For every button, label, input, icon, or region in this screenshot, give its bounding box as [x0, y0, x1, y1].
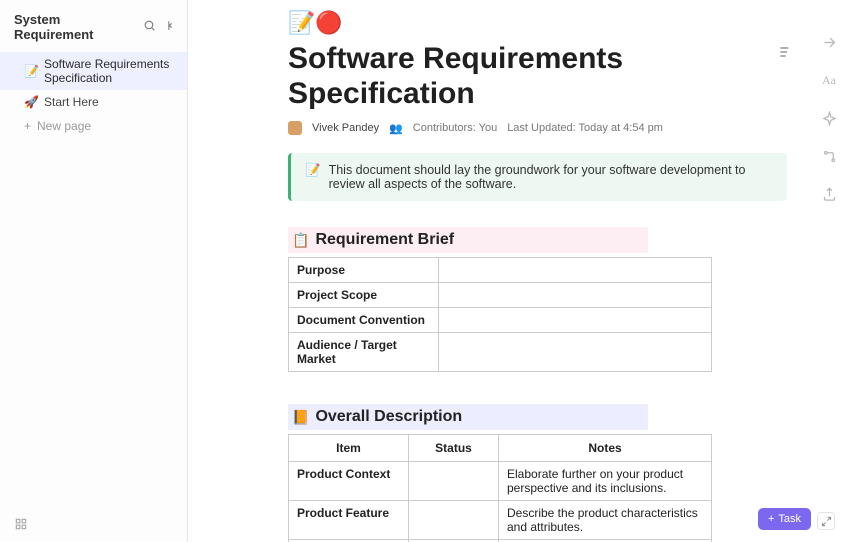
callout-block[interactable]: 📝 This document should lay the groundwor…: [288, 153, 787, 201]
sidebar: System Requirement 📝 Software Requiremen…: [0, 0, 188, 542]
toc-icon[interactable]: [775, 44, 791, 63]
table-row: Product Feature Describe the product cha…: [289, 501, 712, 540]
export-icon[interactable]: [821, 186, 837, 202]
author-name[interactable]: Vivek Pandey: [312, 122, 379, 134]
typography-icon[interactable]: Aa: [821, 72, 837, 88]
page-icon: 🚀: [24, 95, 38, 109]
table-row: Product Context Elaborate further on you…: [289, 462, 712, 501]
cover-emoji[interactable]: 📝🔴: [288, 10, 787, 36]
fullscreen-icon[interactable]: [817, 512, 835, 530]
table-row: Purpose: [289, 258, 712, 283]
table-row: Project Scope: [289, 283, 712, 308]
collapse-sidebar-icon[interactable]: [164, 19, 177, 35]
callout-text: This document should lay the groundwork …: [329, 163, 773, 191]
table-row: Audience / Target Market: [289, 333, 712, 372]
sidebar-item-start-here[interactable]: 🚀 Start Here: [0, 90, 187, 114]
docs-home-icon[interactable]: [14, 517, 28, 534]
callout-icon: 📝: [305, 163, 321, 191]
updated-value: Today at 4:54 pm: [579, 122, 663, 134]
author-avatar[interactable]: [288, 121, 302, 135]
contributors-value: You: [479, 122, 498, 134]
updated-label: Last Updated:: [507, 122, 576, 134]
section-title: Overall Description: [315, 408, 462, 426]
section-heading-brief[interactable]: 📋 Requirement Brief: [288, 227, 648, 253]
new-task-button[interactable]: + Task: [758, 508, 811, 530]
sidebar-item-srs[interactable]: 📝 Software Requirements Specification: [0, 52, 187, 90]
page-title[interactable]: Software Requirements Specification: [288, 42, 787, 111]
search-icon[interactable]: [143, 19, 156, 35]
table-header-row: Item Status Notes: [289, 435, 712, 462]
sidebar-item-label: Software Requirements Specification: [44, 57, 177, 85]
workspace-title: System Requirement: [14, 12, 143, 42]
overall-description-table[interactable]: Item Status Notes Product Context Elabor…: [288, 434, 712, 542]
main-content: 📝🔴 Software Requirements Specification V…: [188, 0, 847, 542]
document-body: 📝🔴 Software Requirements Specification V…: [188, 0, 847, 542]
page-icon: 📝: [24, 64, 38, 78]
contributors-icon[interactable]: 👥: [389, 122, 403, 135]
contributors-label: Contributors:: [413, 122, 476, 134]
doc-meta: Vivek Pandey 👥 Contributors: You Last Up…: [288, 121, 787, 135]
section-icon: 📋: [292, 232, 309, 249]
sidebar-header: System Requirement: [0, 8, 187, 52]
section-heading-overall[interactable]: 📙 Overall Description: [288, 404, 648, 430]
section-title: Requirement Brief: [315, 231, 454, 249]
right-rail: Aa: [821, 34, 837, 202]
new-page-label: New page: [37, 119, 91, 133]
ai-icon[interactable]: [821, 110, 837, 126]
relationships-icon[interactable]: [821, 148, 837, 164]
plus-icon: +: [768, 513, 774, 525]
task-button-label: Task: [778, 513, 801, 525]
requirement-brief-table[interactable]: Purpose Project Scope Document Conventio…: [288, 257, 712, 372]
expand-width-icon[interactable]: [821, 34, 837, 50]
plus-icon: +: [24, 119, 31, 133]
section-icon: 📙: [292, 409, 309, 426]
table-row: Document Convention: [289, 308, 712, 333]
new-page-button[interactable]: + New page: [0, 114, 187, 138]
sidebar-item-label: Start Here: [44, 95, 99, 109]
